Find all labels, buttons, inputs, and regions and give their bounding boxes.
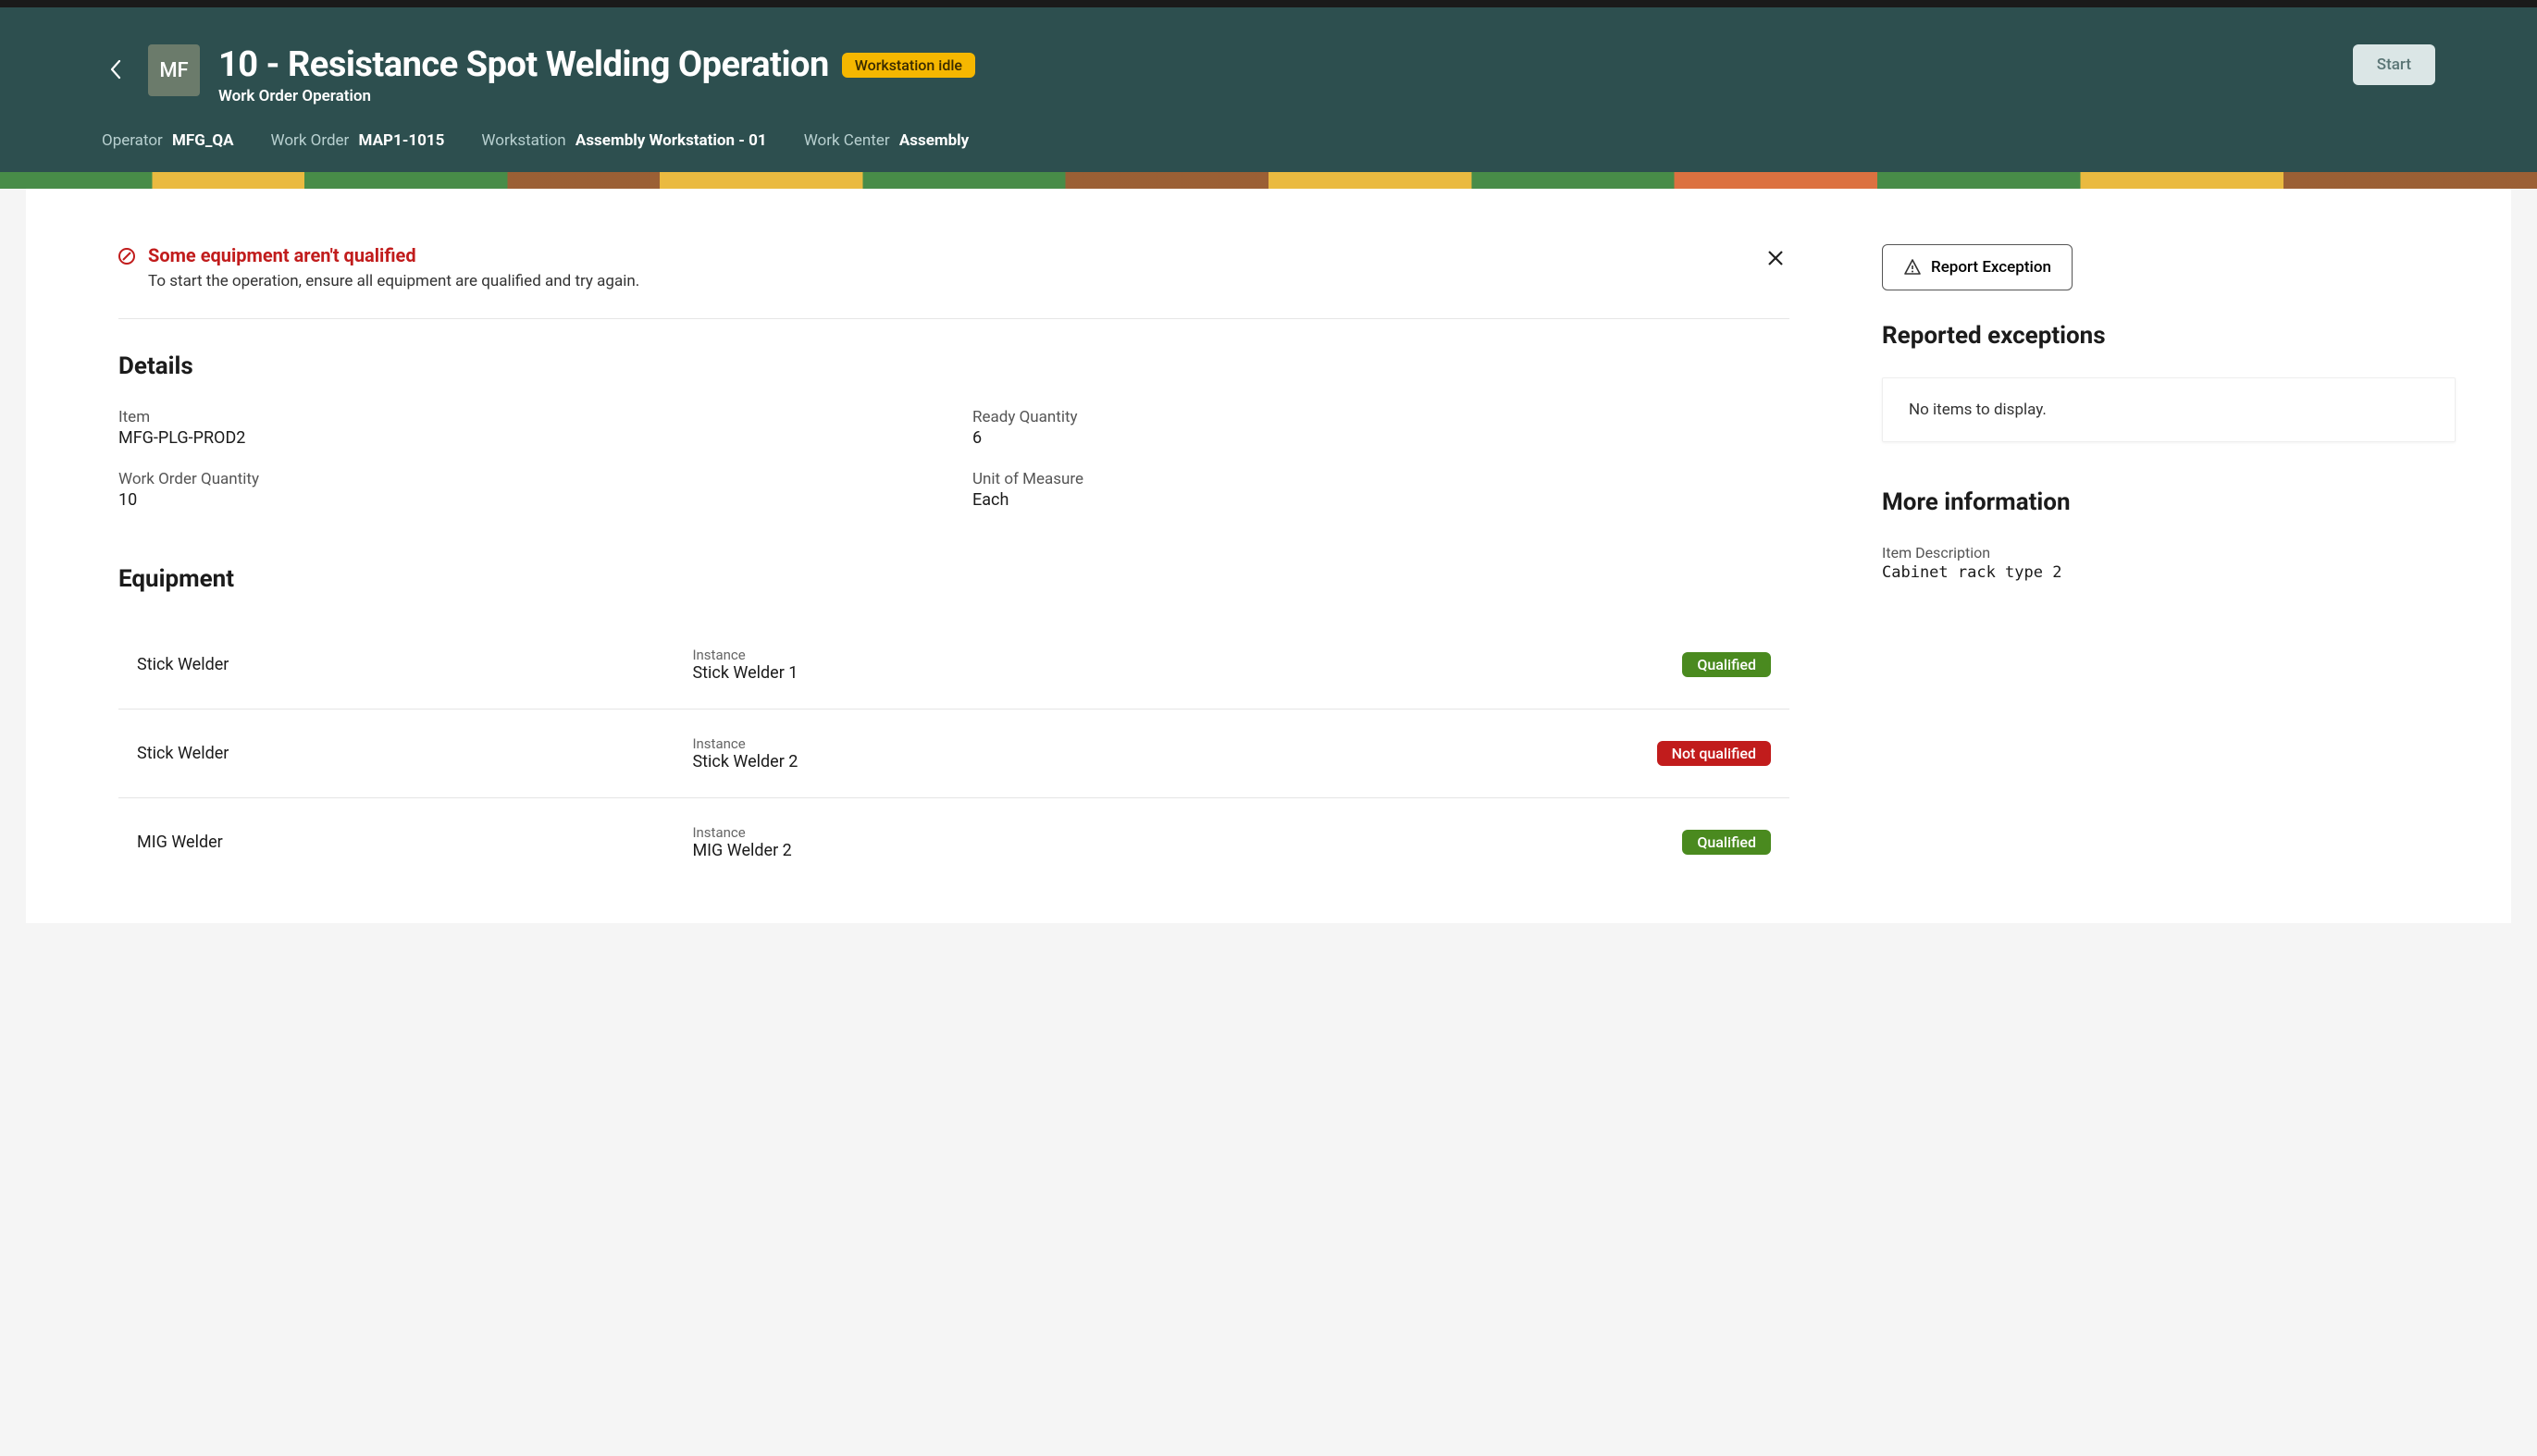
equipment-instance: InstanceStick Welder 1 — [692, 647, 1614, 683]
equipment-instance-label: Instance — [692, 824, 1614, 841]
equipment-name: Stick Welder — [137, 744, 692, 763]
status-badge: Not qualified — [1657, 741, 1771, 766]
reported-exceptions-heading: Reported exceptions — [1882, 322, 2456, 350]
equipment-instance-value: MIG Welder 2 — [692, 841, 1614, 860]
meta-work-order-label: Work Order — [271, 131, 350, 150]
detail-wo-qty-label: Work Order Quantity — [118, 470, 935, 488]
meta-operator: Operator MFG_QA — [102, 131, 234, 150]
equipment-row: Stick WelderInstanceStick Welder 1 Qualif… — [118, 621, 1789, 709]
equipment-status: Qualified — [1614, 652, 1771, 677]
report-exception-label: Report Exception — [1931, 258, 2051, 277]
equipment-instance-value: Stick Welder 1 — [692, 663, 1614, 683]
equipment-instance-label: Instance — [692, 647, 1614, 663]
detail-uom-value: Each — [972, 490, 1789, 510]
meta-operator-label: Operator — [102, 131, 163, 150]
equipment-name: Stick Welder — [137, 655, 692, 674]
detail-item-label: Item — [118, 408, 935, 426]
details-heading: Details — [118, 352, 1789, 380]
detail-ready-qty: Ready Quantity 6 — [972, 408, 1789, 448]
meta-row: Operator MFG_QA Work Order MAP1-1015 Wor… — [102, 131, 2435, 150]
equipment-name: MIG Welder — [137, 833, 692, 852]
meta-work-center-value: Assembly — [899, 131, 969, 150]
chevron-left-icon — [109, 59, 122, 80]
page-subtitle: Work Order Operation — [218, 87, 2334, 105]
item-description-value: Cabinet rack type 2 — [1882, 563, 2456, 582]
more-information-heading: More information — [1882, 488, 2456, 516]
equipment-status: Qualified — [1614, 830, 1771, 855]
item-description-label: Item Description — [1882, 544, 2456, 561]
detail-uom-label: Unit of Measure — [972, 470, 1789, 488]
detail-item-value: MFG-PLG-PROD2 — [118, 428, 935, 448]
page-header: MF 10 - Resistance Spot Welding Operatio… — [0, 7, 2537, 172]
detail-uom: Unit of Measure Each — [972, 470, 1789, 510]
close-icon — [1765, 248, 1786, 268]
error-icon — [118, 248, 135, 268]
page-title: 10 - Resistance Spot Welding Operation — [218, 44, 829, 85]
alert-title: Some equipment aren't qualified — [148, 244, 1749, 266]
status-badge: Qualified — [1682, 652, 1771, 677]
alert-banner: Some equipment aren't qualified To start… — [118, 244, 1789, 319]
equipment-list: Stick WelderInstanceStick Welder 1Qualif… — [118, 621, 1789, 886]
detail-ready-qty-value: 6 — [972, 428, 1789, 448]
decorative-strip — [0, 172, 2537, 189]
warning-icon — [1903, 258, 1922, 277]
title-block: 10 - Resistance Spot Welding Operation W… — [218, 44, 2334, 105]
meta-work-order-value: MAP1-1015 — [359, 131, 445, 150]
meta-work-center-label: Work Center — [804, 131, 890, 150]
meta-workstation-label: Workstation — [481, 131, 565, 150]
title-row: 10 - Resistance Spot Welding Operation W… — [218, 44, 2334, 85]
status-badge: Qualified — [1682, 830, 1771, 855]
details-grid: Item MFG-PLG-PROD2 Ready Quantity 6 Work… — [118, 408, 1789, 510]
header-top-row: MF 10 - Resistance Spot Welding Operatio… — [102, 44, 2435, 105]
detail-wo-qty-value: 10 — [118, 490, 935, 510]
equipment-instance: InstanceStick Welder 2 — [692, 735, 1614, 771]
meta-work-center: Work Center Assembly — [804, 131, 970, 150]
report-exception-button[interactable]: Report Exception — [1882, 244, 2073, 290]
detail-item: Item MFG-PLG-PROD2 — [118, 408, 935, 448]
detail-ready-qty-label: Ready Quantity — [972, 408, 1789, 426]
meta-workstation-value: Assembly Workstation - 01 — [575, 131, 767, 150]
alert-text: To start the operation, ensure all equip… — [148, 272, 1749, 290]
workstation-status-badge: Workstation idle — [842, 53, 975, 78]
equipment-instance-value: Stick Welder 2 — [692, 752, 1614, 771]
back-button[interactable] — [102, 52, 130, 87]
equipment-instance-label: Instance — [692, 735, 1614, 752]
equipment-instance: InstanceMIG Welder 2 — [692, 824, 1614, 860]
main-panel: Some equipment aren't qualified To start… — [26, 189, 1845, 923]
meta-workstation: Workstation Assembly Workstation - 01 — [481, 131, 766, 150]
equipment-status: Not qualified — [1614, 741, 1771, 766]
equipment-row: MIG WelderInstanceMIG Welder 2 Qualified — [118, 798, 1789, 886]
content-area: Some equipment aren't qualified To start… — [26, 189, 2511, 923]
item-description: Item Description Cabinet rack type 2 — [1882, 544, 2456, 582]
equipment-heading: Equipment — [118, 565, 1789, 593]
app-root: MF 10 - Resistance Spot Welding Operatio… — [0, 7, 2537, 1456]
reported-exceptions-empty: No items to display. — [1882, 377, 2456, 442]
start-button[interactable]: Start — [2353, 44, 2435, 85]
meta-work-order: Work Order MAP1-1015 — [271, 131, 445, 150]
meta-operator-value: MFG_QA — [172, 131, 234, 150]
alert-body: Some equipment aren't qualified To start… — [148, 244, 1749, 290]
avatar: MF — [148, 44, 200, 96]
equipment-row: Stick WelderInstanceStick Welder 2 Not qu… — [118, 709, 1789, 798]
detail-wo-qty: Work Order Quantity 10 — [118, 470, 935, 510]
alert-close-button[interactable] — [1762, 244, 1789, 276]
side-panel: Report Exception Reported exceptions No … — [1845, 189, 2511, 923]
